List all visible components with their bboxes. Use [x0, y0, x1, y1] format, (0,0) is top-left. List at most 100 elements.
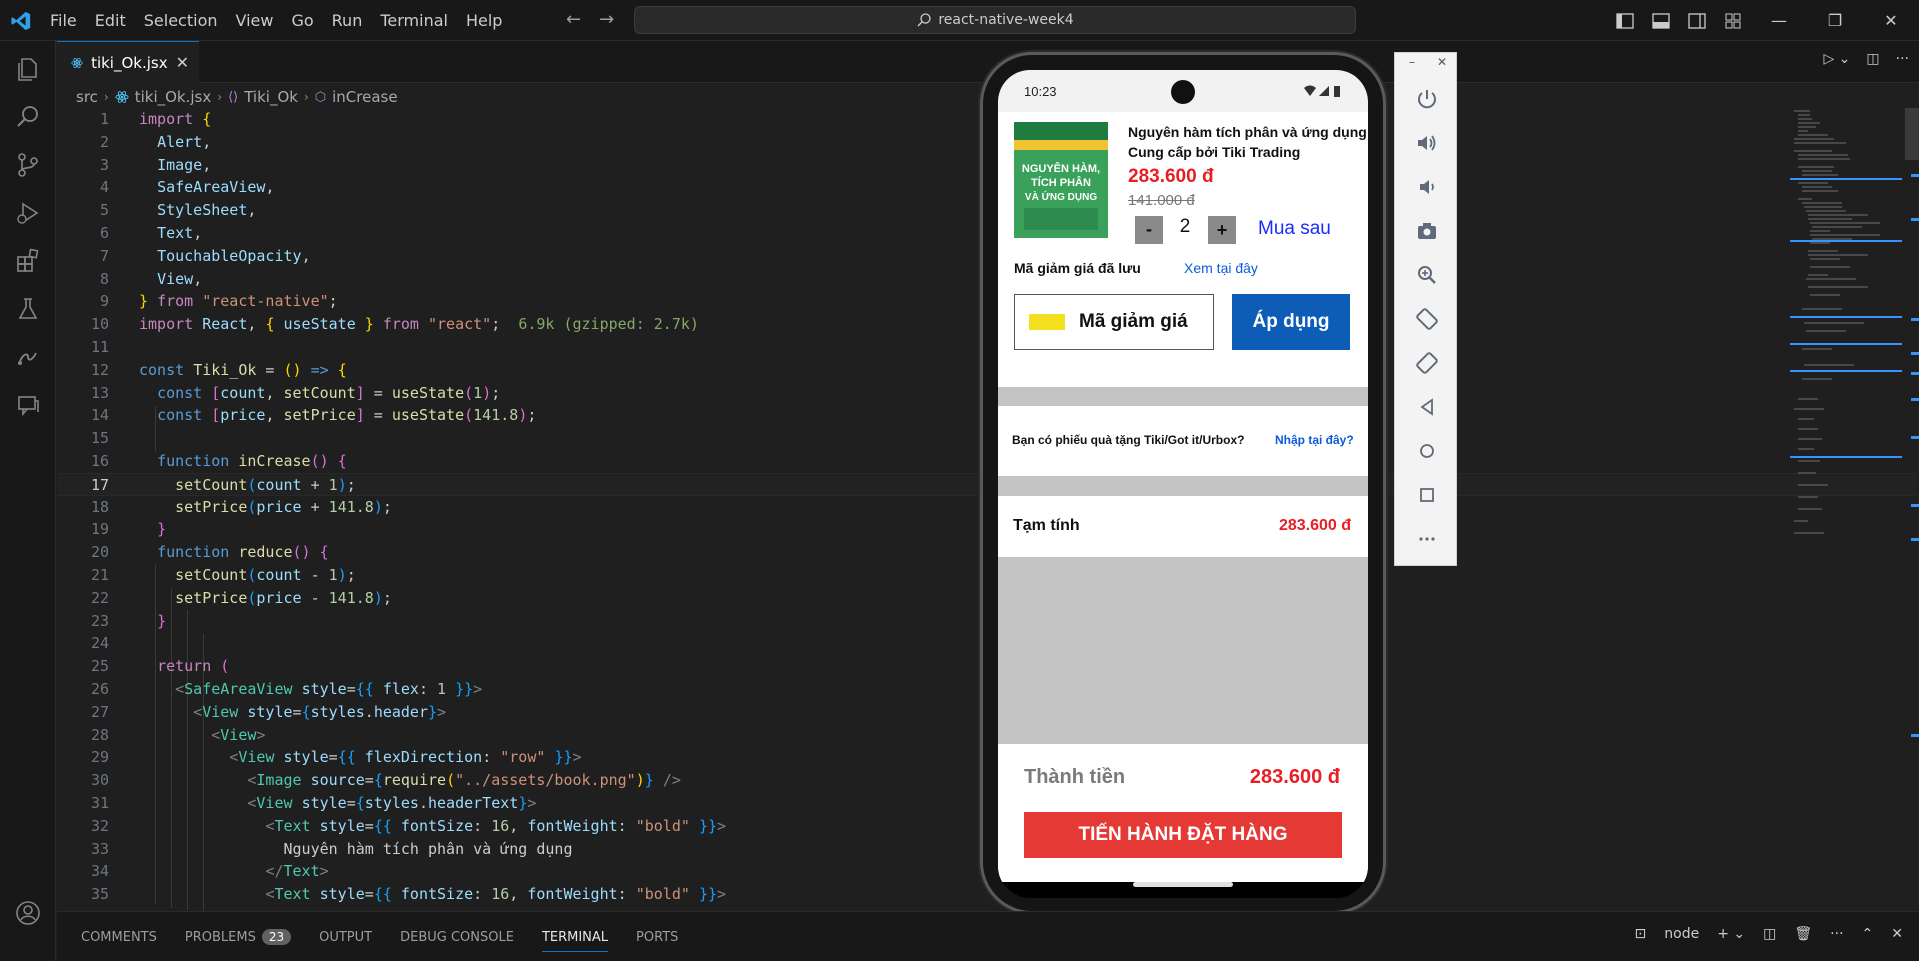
accounts-icon[interactable]	[14, 899, 42, 927]
chevron-right-icon: ›	[103, 90, 109, 104]
navigation-arrows: ← →	[566, 9, 614, 30]
home-icon[interactable]	[1415, 439, 1439, 463]
coupon-input-text: Mã giảm giá	[1079, 311, 1188, 332]
panel-tabs: COMMENTS PROBLEMS 23 OUTPUT DEBUG CONSOLE…	[81, 912, 678, 961]
emulator-minimize-icon[interactable]: –	[1409, 55, 1415, 69]
close-panel-icon[interactable]: ✕	[1891, 926, 1903, 942]
close-tab-icon[interactable]: ✕	[176, 53, 189, 72]
checkout-button[interactable]: TIẾN HÀNH ĐẶT HÀNG	[1024, 812, 1342, 858]
arrow-left-icon[interactable]: ←	[566, 9, 581, 30]
trash-icon[interactable]: 🗑	[1794, 926, 1812, 942]
menu-view[interactable]: View	[236, 11, 274, 30]
run-debug-icon[interactable]	[14, 199, 42, 227]
tab-debug-console[interactable]: DEBUG CONSOLE	[400, 930, 514, 945]
remote-explorer-icon[interactable]	[14, 343, 42, 371]
subtotal-label: Tạm tính	[1013, 517, 1080, 534]
more-actions-icon[interactable]: ···	[1896, 51, 1909, 67]
terminal-icon: ⊡	[1634, 926, 1647, 942]
chevron-right-icon: ›	[217, 90, 223, 104]
rotate-right-icon[interactable]	[1415, 351, 1439, 375]
book-cover-image: NGUYÊN HÀM, TÍCH PHÂN VÀ ỨNG DỤNG	[1014, 122, 1108, 238]
tab-tiki-ok[interactable]: tiki_Ok.jsx ✕	[57, 41, 199, 83]
minimap[interactable]	[1790, 108, 1902, 538]
toggle-panel-icon[interactable]	[1647, 11, 1675, 31]
tab-label: tiki_Ok.jsx	[91, 53, 168, 72]
menu-go[interactable]: Go	[291, 11, 313, 30]
menu-terminal[interactable]: Terminal	[380, 11, 448, 30]
camera-cutout	[1171, 80, 1195, 104]
problems-count-badge: 23	[261, 929, 292, 945]
minimize-icon[interactable]: —	[1751, 11, 1807, 30]
search-view-icon[interactable]	[14, 103, 42, 131]
import-cost-hint: 6.9k (gzipped: 2.7k)	[518, 315, 699, 334]
editor-scrollbar[interactable]	[1905, 108, 1919, 908]
panel-actions: ⊡ node + ⌄ ◫ 🗑 ··· ⌃ ✕	[1635, 926, 1903, 942]
more-actions-icon[interactable]: ···	[1830, 926, 1843, 942]
tab-terminal[interactable]: TERMINAL	[541, 930, 609, 952]
camera-icon[interactable]	[1415, 219, 1439, 243]
breadcrumb-function[interactable]: inCrease	[332, 88, 397, 106]
app-view: NGUYÊN HÀM, TÍCH PHÂN VÀ ỨNG DỤNG Nguyên…	[998, 112, 1368, 882]
split-terminal-icon[interactable]: ◫	[1763, 926, 1776, 942]
home-gesture-bar[interactable]	[1133, 882, 1233, 887]
subtotal-section: Tạm tính 283.600 đ	[998, 496, 1368, 557]
explorer-icon[interactable]	[14, 55, 42, 83]
menu-run[interactable]: Run	[332, 11, 363, 30]
product-price: 283.600 đ	[1128, 166, 1214, 187]
emulator-close-icon[interactable]: ✕	[1437, 55, 1447, 69]
subtotal-value: 283.600 đ	[1278, 517, 1351, 534]
split-editor-icon[interactable]: ◫	[1866, 51, 1879, 67]
volume-up-icon[interactable]	[1415, 131, 1439, 155]
zoom-icon[interactable]	[1415, 263, 1439, 287]
coupon-input[interactable]: Mã giảm giá	[1014, 294, 1214, 350]
menu-selection[interactable]: Selection	[144, 11, 218, 30]
phone-status-bar: 10:23	[998, 70, 1368, 112]
svg-text:NGUYÊN HÀM,: NGUYÊN HÀM,	[1022, 162, 1100, 175]
arrow-right-icon[interactable]: →	[599, 9, 614, 30]
source-control-icon[interactable]	[14, 151, 42, 179]
phone-screen[interactable]: 10:23 NGUYÊN HÀM, TÍCH PHÂN VÀ ỨNG DỤNG …	[998, 70, 1368, 898]
quantity-value: 2	[1179, 216, 1191, 237]
tab-comments[interactable]: COMMENTS	[81, 930, 157, 945]
total-label: Thành tiền	[1024, 766, 1126, 788]
breadcrumb-file[interactable]: tiki_Ok.jsx	[135, 88, 212, 106]
terminal-name[interactable]: node	[1664, 926, 1699, 942]
menu-edit[interactable]: Edit	[95, 11, 126, 30]
breadcrumb-component[interactable]: Tiki_Ok	[244, 88, 298, 106]
testing-icon[interactable]	[14, 295, 42, 323]
overview-icon[interactable]	[1415, 483, 1439, 507]
saved-coupon-link[interactable]: Xem tại đây	[1184, 260, 1258, 276]
status-time: 10:23	[1024, 84, 1057, 99]
toggle-primary-sidebar-icon[interactable]	[1611, 11, 1639, 31]
command-center-search[interactable]: react-native-week4	[634, 6, 1356, 34]
rotate-left-icon[interactable]	[1415, 307, 1439, 331]
extensions-icon[interactable]	[14, 247, 42, 275]
new-terminal-icon[interactable]: + ⌄	[1717, 926, 1745, 942]
maximize-panel-icon[interactable]: ⌃	[1862, 926, 1874, 942]
customize-layout-icon[interactable]	[1719, 11, 1747, 31]
activity-bar	[0, 41, 56, 961]
toggle-secondary-sidebar-icon[interactable]	[1683, 11, 1711, 31]
menu-help[interactable]: Help	[466, 11, 502, 30]
volume-down-icon[interactable]	[1415, 175, 1439, 199]
menu-bar: File Edit Selection View Go Run Terminal…	[50, 0, 520, 41]
comments-view-icon[interactable]	[14, 391, 42, 419]
breadcrumb-src[interactable]: src	[76, 88, 98, 106]
restore-icon[interactable]: ❐	[1807, 11, 1863, 30]
menu-file[interactable]: File	[50, 11, 77, 30]
more-icon[interactable]	[1415, 527, 1439, 551]
close-window-icon[interactable]: ✕	[1863, 11, 1919, 30]
tab-ports[interactable]: PORTS	[636, 930, 678, 945]
tab-problems[interactable]: PROBLEMS 23	[185, 929, 292, 945]
power-icon[interactable]	[1415, 87, 1439, 111]
title-bar-controls: — ❐ ✕	[1607, 0, 1919, 41]
run-icon[interactable]: ▷ ⌄	[1823, 51, 1850, 67]
apply-coupon-button[interactable]: Áp dụng	[1232, 294, 1350, 350]
back-icon[interactable]	[1415, 395, 1439, 419]
increase-button[interactable]: +	[1208, 216, 1236, 244]
tab-output[interactable]: OUTPUT	[319, 930, 372, 945]
buy-later-link[interactable]: Mua sau	[1258, 218, 1331, 240]
search-text: react-native-week4	[938, 12, 1074, 28]
gift-link[interactable]: Nhập tại đây?	[1275, 433, 1354, 447]
decrease-button[interactable]: -	[1135, 216, 1163, 244]
